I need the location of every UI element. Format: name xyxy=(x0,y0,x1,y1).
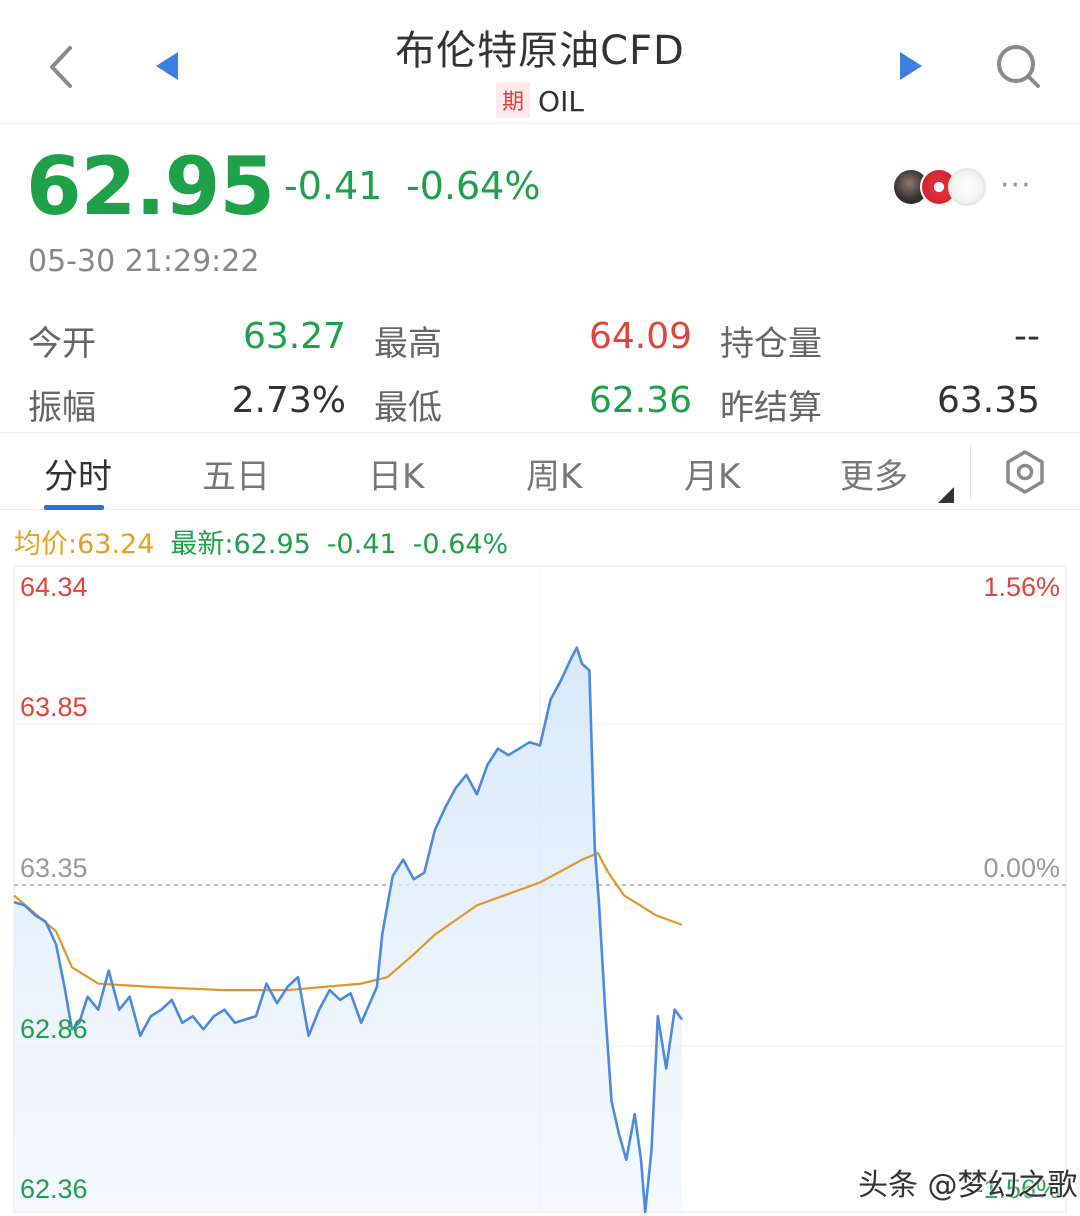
open-interest-value: -- xyxy=(1014,316,1040,357)
avatar[interactable] xyxy=(948,168,986,206)
tab-five-day[interactable]: 五日 xyxy=(202,449,270,498)
amplitude-label: 振幅 xyxy=(28,388,96,428)
dropdown-corner-icon xyxy=(938,487,954,503)
symbol-code: OIL xyxy=(538,85,584,118)
prev-settle-value: 63.35 xyxy=(936,380,1040,421)
next-triangle-icon[interactable] xyxy=(898,50,926,82)
high-value: 64.09 xyxy=(588,316,692,357)
amplitude-value: 2.73% xyxy=(231,380,346,421)
quote-timestamp: 05-30 21:29:22 xyxy=(28,244,260,279)
legend-change: -0.41 xyxy=(326,529,397,560)
high-label: 最高 xyxy=(374,324,442,364)
active-tab-indicator xyxy=(44,505,104,510)
legend-average: 均价:63.24 xyxy=(14,529,155,560)
legend-change-pct: -0.64% xyxy=(412,529,509,560)
tab-daily-k[interactable]: 日K xyxy=(368,449,424,498)
price-change-pct: -0.64% xyxy=(406,164,541,208)
open-interest-label: 持仓量 xyxy=(720,324,822,364)
tab-monthly-k[interactable]: 月K xyxy=(684,449,740,498)
last-price: 62.95 xyxy=(26,140,275,233)
y-tick-right: 1.56% xyxy=(983,572,1060,602)
intraday-chart-svg: 64.34 63.85 63.35 62.86 62.36 1.56% 0.00… xyxy=(13,565,1067,1214)
more-icon[interactable]: ··· xyxy=(1000,168,1032,203)
y-tick-left: 62.86 xyxy=(20,1014,88,1044)
tab-intraday[interactable]: 分时 xyxy=(44,449,112,498)
y-tick-left: 62.36 xyxy=(20,1174,88,1204)
y-tick-left: 64.34 xyxy=(20,572,88,602)
price-area xyxy=(14,647,682,1212)
tab-weekly-k[interactable]: 周K xyxy=(526,449,582,498)
chart-legend: 均价:63.24 最新:62.95 -0.41 -0.64% xyxy=(14,522,524,561)
open-value: 63.27 xyxy=(242,316,346,357)
intraday-chart[interactable]: 64.34 63.85 63.35 62.86 62.36 1.56% 0.00… xyxy=(0,560,1080,1216)
low-label: 最低 xyxy=(374,388,442,428)
price-change: -0.41 xyxy=(284,164,383,208)
search-icon[interactable] xyxy=(992,40,1044,92)
title-bar: 布伦特原油CFD 期 OIL xyxy=(0,0,1080,124)
legend-latest: 最新:62.95 xyxy=(170,529,311,560)
y-tick-right: 0.00% xyxy=(983,853,1060,883)
symbol-line: 期 OIL xyxy=(0,82,1080,118)
watermark: 头条 @梦幻之歌 xyxy=(858,1168,1078,1203)
futures-badge: 期 xyxy=(496,82,531,118)
tab-divider xyxy=(970,445,971,499)
prev-settle-label: 昨结算 xyxy=(720,388,822,428)
low-value: 62.36 xyxy=(588,380,692,421)
settings-hexagon-icon[interactable] xyxy=(1002,449,1048,495)
open-label: 今开 xyxy=(28,324,96,364)
y-tick-left: 63.35 xyxy=(20,853,88,883)
y-tick-left: 63.85 xyxy=(20,692,88,722)
chart-tabs: 分时 五日 日K 周K 月K 更多 xyxy=(0,432,1080,510)
tab-more[interactable]: 更多 xyxy=(840,449,908,498)
viewer-avatars[interactable] xyxy=(892,168,992,208)
